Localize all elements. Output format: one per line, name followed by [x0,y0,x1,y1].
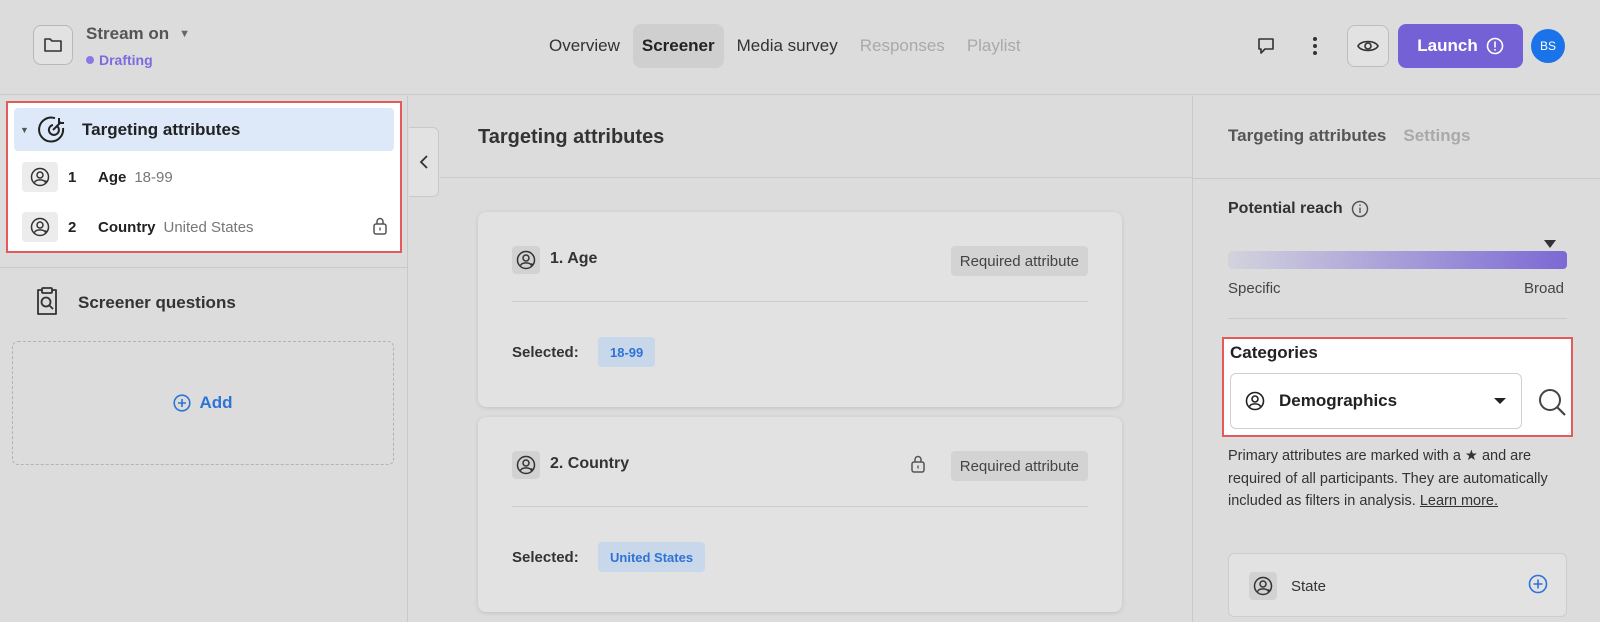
add-question-button[interactable]: Add [12,341,394,465]
status-label: Drafting [99,52,153,68]
launch-button[interactable]: Launch [1398,24,1523,68]
attribute-card-country[interactable]: 2. Country Required attribute Selected: … [478,417,1122,612]
launch-label: Launch [1417,36,1478,55]
caret-down-icon: ▼ [179,28,191,40]
left-sidebar: ▼ Targeting attributes 1 Age 18-99 2 Cou… [0,96,408,622]
learn-more-link[interactable]: Learn more. [1420,493,1498,509]
divider [1228,318,1567,319]
card-title: 1. Age [550,250,598,267]
selected-label: Selected: [512,344,579,361]
project-name: Stream on [86,24,170,43]
add-attribute-button[interactable] [1528,574,1548,599]
folder-button[interactable] [33,25,73,65]
reach-marker [1544,240,1557,248]
tab-responses[interactable]: Responses [851,24,954,68]
tab-settings[interactable]: Settings [1403,126,1470,146]
tab-targeting-attributes[interactable]: Targeting attributes [1228,126,1386,146]
list-item-label: State [1291,578,1327,595]
screener-questions-title: Screener questions [78,293,236,312]
tab-overview[interactable]: Overview [540,24,629,68]
attribute-value: United States [163,218,254,236]
selected-label: Selected: [512,549,579,566]
selected-chip: United States [598,542,706,572]
lock-icon [372,217,388,240]
caret-down-icon [1494,398,1506,404]
main-header: Targeting attributes [440,96,1192,178]
tab-media-survey[interactable]: Media survey [728,24,847,68]
status-dot-icon [86,56,94,64]
tab-playlist[interactable]: Playlist [958,24,1030,68]
attribute-value: 18-99 [134,168,173,186]
attribute-name: Age [98,168,127,186]
clipboard-search-icon [34,286,60,321]
card-title: 2. Country [550,455,630,472]
project-status: Drafting [86,52,153,68]
potential-reach-title: Potential reach [1228,200,1369,218]
avatar[interactable]: BS [1531,29,1565,63]
divider [0,267,408,268]
reach-min-label: Specific [1228,280,1281,297]
info-icon[interactable] [1351,200,1369,218]
divider [512,506,1088,507]
folder-icon [44,38,62,52]
targeting-attributes-header[interactable]: ▼ Targeting attributes [14,108,394,151]
more-vertical-icon [1313,37,1317,55]
plus-circle-icon [173,394,192,412]
person-badge-icon [22,162,58,192]
person-badge-icon [22,212,58,242]
required-attribute-badge: Required attribute [950,246,1088,276]
top-header: Stream on ▼ Drafting Overview Screener M… [0,0,1600,95]
preview-button[interactable] [1347,25,1389,67]
lock-icon [910,455,926,478]
category-select-value: Demographics [1279,391,1398,410]
page-title: Targeting attributes [478,126,665,148]
comment-icon [1258,38,1274,54]
person-badge-icon [1245,391,1265,411]
main-nav: Overview Screener Media survey Responses… [540,24,1034,68]
divider [512,301,1088,302]
caret-down-icon: ▼ [20,124,29,135]
person-badge-icon [512,246,540,274]
divider [1193,178,1600,179]
list-item-state[interactable]: State [1228,553,1567,617]
target-icon [36,113,70,147]
attribute-name: Country [98,218,156,236]
potential-reach-bar [1228,251,1567,269]
comment-button[interactable] [1252,32,1280,60]
more-button[interactable] [1303,32,1327,60]
sidebar-attribute-age[interactable]: 1 Age 18-99 [22,161,394,193]
eye-icon [1357,40,1379,52]
person-badge-icon [512,451,540,479]
potential-reach-label: Potential reach [1228,200,1343,217]
right-panel-tabs: Targeting attributes Settings [1228,126,1470,146]
collapse-sidebar-button[interactable] [409,127,439,197]
reach-max-label: Broad [1524,280,1565,297]
selected-chip: 18-99 [598,337,656,367]
project-name-dropdown[interactable]: Stream on ▼ [86,24,190,44]
attribute-number: 2 [68,218,77,236]
targeting-attributes-section: ▼ Targeting attributes 1 Age 18-99 2 Cou… [6,101,402,253]
category-select[interactable]: Demographics [1230,373,1522,429]
screener-questions-header[interactable]: Screener questions [34,286,236,320]
attribute-card-age[interactable]: 1. Age Required attribute Selected: 18-9… [478,212,1122,407]
exclamation-circle-icon [1486,37,1504,55]
required-attribute-badge: Required attribute [950,451,1088,481]
primary-attributes-text: Primary attributes are marked with a ★ a… [1228,448,1548,509]
person-badge-icon [1249,572,1277,600]
tab-screener[interactable]: Screener [632,24,724,68]
attribute-number: 1 [68,168,77,186]
right-panel: Targeting attributes Settings Potential … [1192,96,1600,622]
chevron-left-icon [419,155,428,169]
plus-circle-icon [1528,574,1548,594]
primary-attributes-help: Primary attributes are marked with a ★ a… [1228,445,1573,513]
targeting-attributes-title: Targeting attributes [82,119,241,139]
search-button[interactable] [1537,387,1567,422]
categories-title: Categories [1230,343,1318,362]
categories-section: Categories Demographics [1222,337,1573,437]
sidebar-attribute-country[interactable]: 2 Country United States [22,211,394,243]
search-icon [1539,389,1566,416]
add-label: Add [199,393,233,412]
main-content: Targeting attributes 1. Age Required att… [440,96,1192,622]
